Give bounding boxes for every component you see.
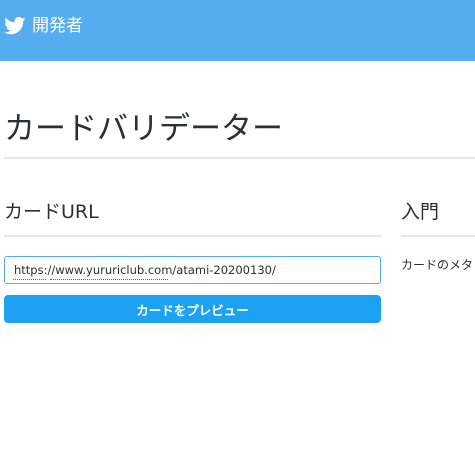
preview-card-button[interactable]: カードをプレビュー: [4, 295, 381, 323]
spellcheck-underline: [50, 277, 168, 280]
brand-label: 開発者: [32, 16, 83, 36]
intro-text: カードのメタ: [401, 258, 474, 272]
spellcheck-underline: [13, 277, 46, 280]
page-title: カードバリデーター: [4, 111, 283, 147]
twitter-bird-icon: [4, 17, 26, 35]
developer-home-link[interactable]: 開発者: [4, 13, 83, 39]
card-url-divider: [4, 235, 381, 237]
intro-heading: 入門: [401, 201, 440, 223]
intro-divider: [401, 235, 475, 237]
card-url-heading: カードURL: [4, 201, 99, 223]
title-divider: [4, 157, 475, 159]
top-navigation-bar: 開発者: [0, 0, 475, 61]
